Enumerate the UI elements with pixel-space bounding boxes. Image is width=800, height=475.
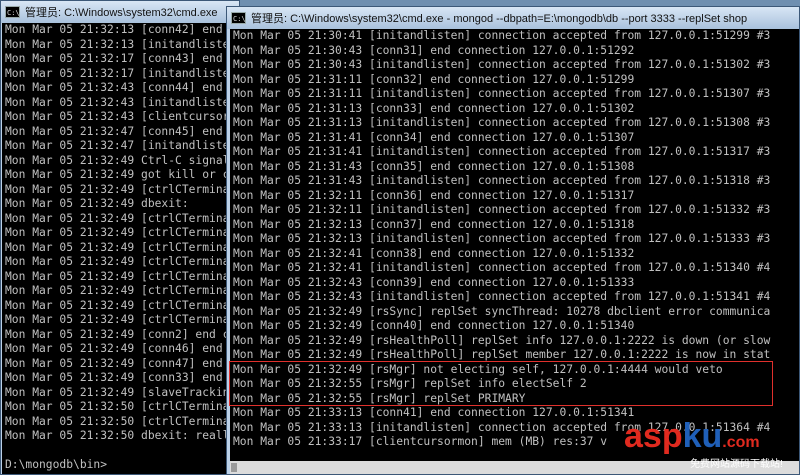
- console-line: Mon Mar 05 21:32:11 [conn36] end connect…: [233, 188, 635, 202]
- console-line: Mon Mar 05 21:32:49 [conn46] end connect…: [5, 342, 238, 355]
- console-line: Mon Mar 05 21:31:41 [initandlisten] conn…: [233, 145, 771, 158]
- console-line: Mon Mar 05 21:32:43 [conn44] end connect…: [5, 81, 238, 94]
- console-line: Mon Mar 05 21:30:43 [initandlisten] conn…: [233, 58, 771, 71]
- console-line: Mon Mar 05 21:32:13 [conn37] end connect…: [233, 217, 635, 231]
- console-line: Mon Mar 05 21:32:11 [initandlisten] conn…: [233, 203, 771, 216]
- console-line: Mon Mar 05 21:32:49 [slaveTracking]: [5, 385, 238, 399]
- back-console-output[interactable]: Mon Mar 05 21:32:13 [conn42] end connect…: [2, 23, 238, 474]
- console-line: Mon Mar 05 21:32:49 [rsHealthPoll] replS…: [233, 333, 771, 347]
- console-line: Mon Mar 05 21:32:49 [ctrlCTerminate]: [5, 226, 238, 239]
- console-line: Mon Mar 05 21:32:49 [conn2] end connecti…: [5, 327, 238, 341]
- console-line: Mon Mar 05 21:32:49 [ctrlCTerminate]: [5, 211, 238, 225]
- scrollbar-thumb[interactable]: [231, 463, 237, 472]
- watermark-tagline: 免费网站源码下载站!: [690, 459, 783, 470]
- console-line: Mon Mar 05 21:32:17 [initandlisten] conn…: [5, 66, 238, 80]
- console-line: Mon Mar 05 21:32:55 [rsMgr] replSet PRIM…: [233, 391, 526, 405]
- console-line: Mon Mar 05 21:32:49 [ctrlCTerminate]: [5, 313, 238, 326]
- console-line: Mon Mar 05 21:32:47 [initandlisten] conn…: [5, 139, 238, 152]
- console-line: Mon Mar 05 21:32:49 Ctrl-C signal: [5, 153, 230, 167]
- cmd-icon: C:\: [5, 6, 20, 18]
- console-line: Mon Mar 05 21:32:49 [conn40] end connect…: [233, 319, 635, 332]
- back-window-title: 管理员: C:\Windows\system32\cmd.exe: [25, 7, 218, 19]
- console-line: Mon Mar 05 21:32:55 [rsMgr] replSet info…: [233, 377, 587, 390]
- console-line: Mon Mar 05 21:32:47 [conn45] end connect…: [5, 124, 238, 138]
- console-line: Mon Mar 05 21:31:43 [initandlisten] conn…: [233, 174, 771, 187]
- console-line: Mon Mar 05 21:30:43 [conn31] end connect…: [233, 43, 635, 57]
- console-line: Mon Mar 05 21:32:49 [ctrlCTerminate]: [5, 298, 238, 312]
- console-line: Mon Mar 05 21:31:11 [conn32] end connect…: [233, 72, 635, 86]
- console-line: Mon Mar 05 21:32:49 [ctrlCTerminate]: [5, 240, 238, 254]
- console-line: Mon Mar 05 21:32:41 [initandlisten] conn…: [233, 261, 771, 274]
- console-line: Mon Mar 05 21:32:50 [ctrlCTerminate]: [5, 400, 238, 413]
- console-line: Mon Mar 05 21:32:49 [ctrlCTerminate]: [5, 284, 238, 297]
- console-line: Mon Mar 05 21:31:13 [initandlisten] conn…: [233, 116, 771, 129]
- console-line: Mon Mar 05 21:32:49 [ctrlCTerminate]: [5, 269, 238, 283]
- console-line: Mon Mar 05 21:32:49 [ctrlCTerminate]: [5, 182, 238, 196]
- console-line: Mon Mar 05 21:32:13 [initandlisten] conn…: [233, 232, 771, 245]
- cmd-icon: C:\: [231, 12, 246, 24]
- console-line: Mon Mar 05 21:32:13 [initandlisten] conn…: [5, 37, 238, 51]
- console-line: Mon Mar 05 21:32:43 [initandlisten] conn…: [5, 95, 238, 109]
- console-line: Mon Mar 05 21:32:41 [conn38] end connect…: [233, 246, 635, 260]
- console-line: Mon Mar 05 21:30:41 [initandlisten] conn…: [233, 29, 771, 42]
- front-console-window[interactable]: C:\ 管理员: C:\Windows\system32\cmd.exe - m…: [226, 6, 800, 475]
- watermark-brand-b: ku: [682, 417, 723, 455]
- watermark-brand-c: .com: [722, 434, 760, 451]
- console-line: Mon Mar 05 21:32:49 [ctrlCTerminate]: [5, 255, 238, 268]
- back-console-window[interactable]: C:\ 管理员: C:\Windows\system32\cmd.exe Mon…: [0, 0, 240, 475]
- console-line: Mon Mar 05 21:32:49 [conn47] end connect…: [5, 356, 238, 370]
- console-line: D:\mongodb\bin>: [5, 458, 108, 471]
- console-line: Mon Mar 05 21:32:43 [conn39] end connect…: [233, 275, 635, 289]
- console-line: Mon Mar 05 21:31:43 [conn35] end connect…: [233, 159, 635, 173]
- console-line: Mon Mar 05 21:32:49 [rsMgr] not electing…: [233, 362, 723, 376]
- console-line: Mon Mar 05 21:31:11 [initandlisten] conn…: [233, 87, 771, 100]
- front-window-titlebar[interactable]: C:\ 管理员: C:\Windows\system32\cmd.exe - m…: [227, 7, 799, 29]
- console-line: Mon Mar 05 21:32:50 dbexit: really exiti…: [5, 429, 237, 442]
- console-line: Mon Mar 05 21:32:50 [ctrlCTerminate]: [5, 414, 238, 428]
- console-line: Mon Mar 05 21:32:17 [conn43] end connect…: [5, 52, 238, 65]
- watermark-brand-a: asp: [624, 417, 683, 455]
- console-line: Mon Mar 05 21:32:43 [initandlisten] conn…: [233, 290, 771, 303]
- back-window-titlebar[interactable]: C:\ 管理员: C:\Windows\system32\cmd.exe: [1, 1, 239, 23]
- console-line: Mon Mar 05 21:32:49 [rsHealthPoll] replS…: [233, 348, 771, 361]
- console-line: Mon Mar 05 21:31:41 [conn34] end connect…: [233, 130, 635, 144]
- front-console-output[interactable]: Mon Mar 05 21:30:41 [initandlisten] conn…: [230, 29, 799, 461]
- console-line: Mon Mar 05 21:32:49 got kill or ctrl-c: [5, 168, 238, 181]
- console-line: Mon Mar 05 21:31:13 [conn33] end connect…: [233, 101, 635, 115]
- console-line: Mon Mar 05 21:32:49 [rsSync] replSet syn…: [233, 304, 771, 318]
- front-window-title: 管理员: C:\Windows\system32\cmd.exe - mongo…: [251, 13, 748, 25]
- console-line: Mon Mar 05 21:32:43 [clientcursormon]: [5, 110, 238, 123]
- console-line: Mon Mar 05 21:32:49 [conn33] end connect…: [5, 371, 238, 384]
- console-line: Mon Mar 05 21:32:49 dbexit:: [5, 197, 189, 210]
- console-line: Mon Mar 05 21:32:13 [conn42] end connect…: [5, 23, 238, 36]
